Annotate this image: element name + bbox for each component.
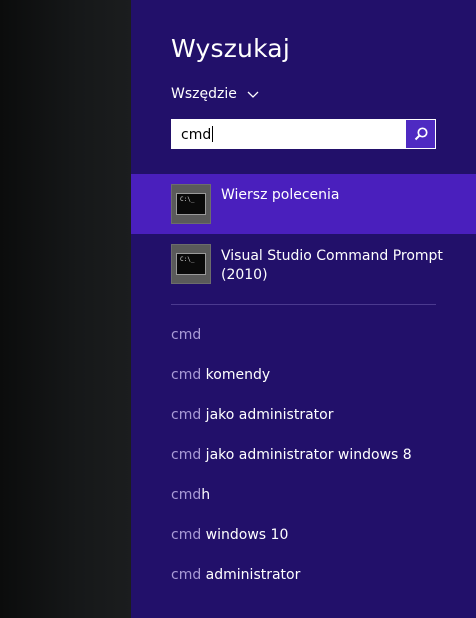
suggestion-rest: komendy bbox=[201, 367, 271, 383]
console-screen: C:\_ bbox=[176, 253, 206, 275]
search-scope-label: Wszędzie bbox=[171, 86, 237, 102]
suggestion-item[interactable]: cmd jako administrator windows 8 bbox=[171, 446, 412, 464]
search-box[interactable]: cmd bbox=[171, 119, 436, 149]
text-caret bbox=[212, 126, 214, 142]
command-prompt-icon: C:\_ bbox=[171, 184, 211, 224]
suggestion-rest: h bbox=[201, 487, 211, 503]
search-button[interactable] bbox=[406, 120, 435, 148]
suggestion-item[interactable]: cmd komendy bbox=[171, 366, 270, 384]
suggestion-item[interactable]: cmd jako administrator bbox=[171, 406, 333, 424]
search-input-value: cmd bbox=[181, 127, 212, 143]
search-icon bbox=[414, 127, 428, 141]
suggestion-query: cmd bbox=[171, 407, 202, 423]
console-screen: C:\_ bbox=[176, 193, 206, 215]
chevron-down-icon bbox=[247, 91, 259, 98]
desktop-background bbox=[0, 0, 131, 618]
suggestion-rest: jako administrator windows 8 bbox=[201, 447, 412, 463]
result-label: Wiersz polecenia bbox=[221, 187, 340, 203]
result-label: Visual Studio Command Prompt (2010) bbox=[221, 248, 443, 283]
suggestion-query: cmd bbox=[171, 367, 202, 383]
search-scope-dropdown[interactable]: Wszędzie bbox=[171, 86, 259, 102]
suggestion-rest: windows 10 bbox=[201, 527, 289, 543]
suggestion-rest: administrator bbox=[201, 567, 301, 583]
result-item[interactable]: C:\_ Wiersz polecenia bbox=[131, 174, 476, 234]
suggestion-query: cmd bbox=[171, 567, 202, 583]
suggestion-item[interactable]: cmd administrator bbox=[171, 566, 300, 584]
icon-text: C:\_ bbox=[180, 256, 195, 263]
result-item[interactable]: C:\_ Visual Studio Command Prompt (2010) bbox=[131, 234, 476, 294]
panel-title: Wyszukaj bbox=[171, 34, 290, 63]
command-prompt-icon: C:\_ bbox=[171, 244, 211, 284]
suggestion-query: cmd bbox=[171, 487, 202, 503]
divider bbox=[171, 304, 436, 305]
icon-text: C:\_ bbox=[180, 196, 195, 203]
suggestion-query: cmd bbox=[171, 327, 202, 343]
suggestion-item[interactable]: cmd windows 10 bbox=[171, 526, 288, 544]
suggestion-query: cmd bbox=[171, 447, 202, 463]
suggestion-item[interactable]: cmd bbox=[171, 326, 201, 344]
suggestion-rest: jako administrator bbox=[201, 407, 334, 423]
search-input[interactable]: cmd bbox=[181, 126, 214, 143]
suggestion-query: cmd bbox=[171, 527, 202, 543]
suggestion-item[interactable]: cmdh bbox=[171, 486, 210, 504]
search-charm-panel: Wyszukaj Wszędzie cmd C:\_ Wiersz polece… bbox=[131, 0, 476, 618]
